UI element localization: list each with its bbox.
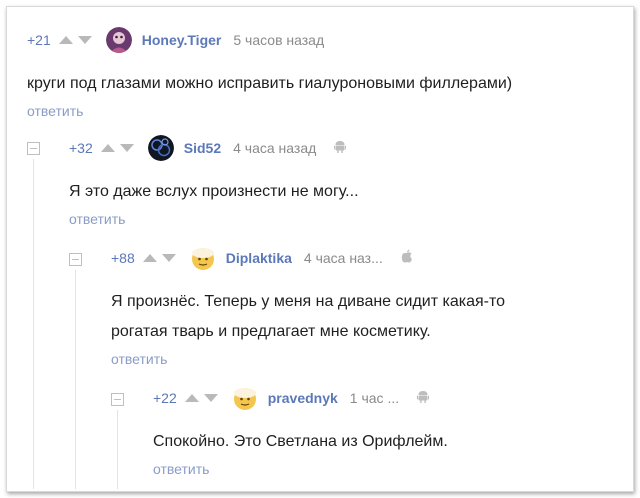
upvote-icon[interactable] — [100, 144, 115, 152]
comment-text: Спокойно. Это Светлана из Орифлейм. — [153, 433, 448, 450]
collapse-toggle[interactable] — [111, 393, 124, 406]
apple-icon — [401, 249, 413, 268]
upvote-icon[interactable] — [184, 394, 199, 402]
comment-text: Я это даже вслух произнести не могу... — [69, 183, 359, 200]
thread-line[interactable] — [117, 410, 118, 489]
comment-rating: +88 — [111, 250, 135, 266]
comment-4: +22 pravednyk 1 час ... Спокойно. Это Св… — [153, 383, 448, 477]
reply-link[interactable]: ответить — [27, 103, 512, 119]
comment-text: круги под глазами можно исправить гиалур… — [27, 75, 513, 92]
timestamp[interactable]: 4 часа назад — [233, 140, 316, 156]
username[interactable]: Diplaktika — [226, 250, 292, 266]
comment-thread: +21 Honey.Tiger 5 часов назад круги под … — [6, 6, 634, 492]
comment-rating: +22 — [153, 390, 177, 406]
avatar[interactable] — [190, 245, 216, 271]
comment-meta: +88 Diplaktika 4 часа наз... — [111, 243, 505, 273]
upvote-icon[interactable] — [58, 36, 73, 44]
username[interactable]: pravednyk — [268, 390, 338, 406]
timestamp[interactable]: 1 час ... — [350, 390, 399, 406]
avatar[interactable] — [105, 27, 132, 53]
comment-2: +32 Sid52 4 часа назад Я это даже вслух … — [69, 133, 359, 227]
comment-rating: +21 — [27, 32, 51, 48]
comment-meta: +21 Honey.Tiger 5 часов назад — [27, 25, 512, 55]
comment-1: +21 Honey.Tiger 5 часов назад круги под … — [27, 25, 512, 119]
comment-text: рогатая тварь и предлагает мне косметику… — [111, 323, 431, 340]
comment-meta: +22 pravednyk 1 час ... — [153, 383, 448, 413]
android-icon — [334, 139, 347, 158]
downvote-icon[interactable] — [119, 144, 134, 152]
comment-text: Я произнёс. Теперь у меня на диване сиди… — [111, 293, 506, 310]
thread-line[interactable] — [33, 159, 34, 489]
username[interactable]: Sid52 — [184, 140, 221, 156]
username[interactable]: Honey.Tiger — [142, 32, 222, 48]
comment-3: +88 Diplaktika 4 часа наз... Я произнёс.… — [111, 243, 505, 367]
avatar[interactable] — [147, 135, 174, 161]
upvote-icon[interactable] — [142, 254, 157, 262]
reply-link[interactable]: ответить — [69, 211, 359, 227]
comment-rating: +32 — [69, 140, 93, 156]
reply-link[interactable]: ответить — [153, 461, 448, 477]
timestamp[interactable]: 5 часов назад — [233, 32, 324, 48]
downvote-icon[interactable] — [161, 254, 176, 262]
reply-link[interactable]: ответить — [111, 351, 505, 367]
timestamp[interactable]: 4 часа наз... — [304, 250, 383, 266]
downvote-icon[interactable] — [77, 36, 92, 44]
collapse-toggle[interactable] — [69, 253, 82, 266]
comment-meta: +32 Sid52 4 часа назад — [69, 133, 359, 163]
thread-line[interactable] — [75, 270, 76, 489]
downvote-icon[interactable] — [203, 394, 218, 402]
avatar[interactable] — [232, 385, 258, 411]
android-icon — [417, 389, 430, 408]
collapse-toggle[interactable] — [27, 142, 40, 155]
